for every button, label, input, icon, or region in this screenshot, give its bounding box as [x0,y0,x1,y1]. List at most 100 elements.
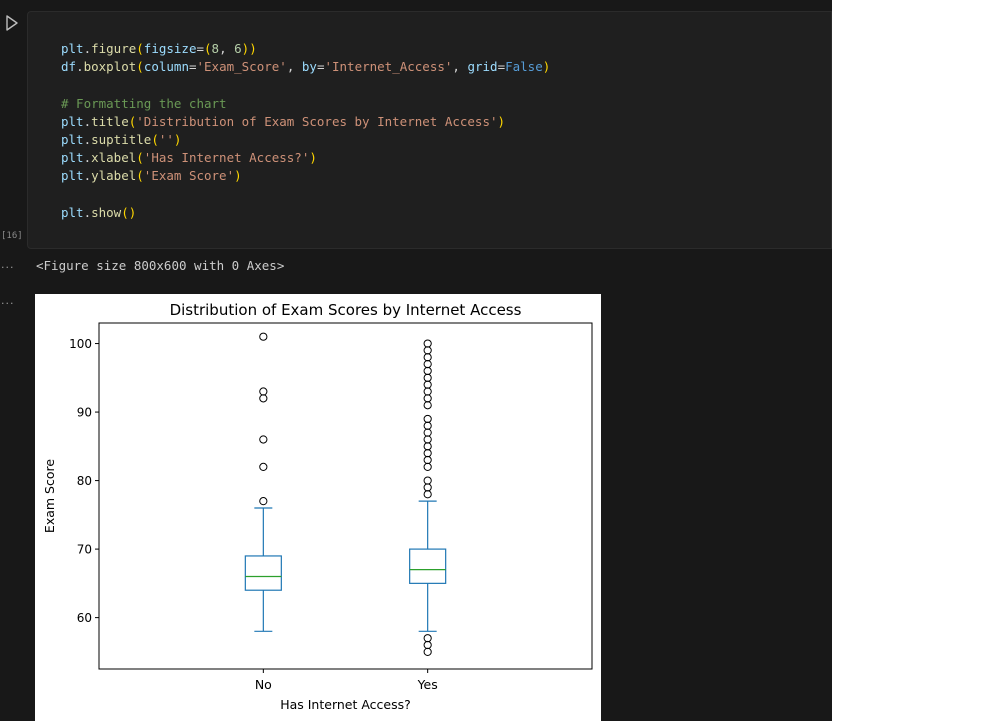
code-token: plt [61,150,84,166]
outlier-point [423,442,432,451]
outlier-point [423,462,432,471]
outlier-point [423,394,432,403]
code-token: figure [91,41,137,56]
outlier-point [423,640,432,650]
code-token: xlabel [91,150,137,166]
outlier-point [259,462,268,471]
x-axis-label: Has Internet Access? [280,697,411,712]
notebook-panel: plt.figure(figsize=(8, 6)) df.boxplot(col… [0,0,832,721]
y-tick-label: 70 [77,543,92,557]
code-token: . [83,131,92,147]
outlier-point [423,373,432,382]
code-token: ) [309,150,317,166]
outlier-point [423,483,432,492]
y-tick-label: 60 [77,611,92,625]
code-token: plt [61,113,84,129]
outlier-point [259,387,268,396]
code-token: 'Exam Score' [143,168,235,184]
code-token: ( [204,41,212,56]
outlier-point [423,476,432,485]
outlier-point [423,421,432,430]
figure-size-output: <Figure size 800x600 with 0 Axes> [36,258,285,273]
outlier-point [423,414,432,424]
code-token: # Formatting the chart [61,95,227,111]
code-token: ) [542,59,551,75]
code-token: plt [61,168,84,184]
outlier-point [423,634,432,643]
outlier-point [423,360,432,369]
boxplot-figure: Distribution of Exam Scores by Internet … [35,294,601,721]
code-token: ylabel [91,168,137,184]
outlier-point [423,435,432,444]
outlier-point [423,366,432,376]
outlier-point [259,332,268,341]
outlier-point [423,401,432,410]
code-token: 6 [234,41,242,56]
code-line: plt.xlabel('Has Internet Access?') [61,149,550,167]
y-axis-label: Exam Score [42,459,57,533]
code-token: title [91,113,129,129]
outlier-point [423,380,432,389]
outlier-point [423,647,432,656]
code-line: plt.title('Distribution of Exam Scores b… [61,113,550,131]
code-lines: plt.figure(figsize=(8, 6)) df.boxplot(col… [61,40,550,222]
code-token: ) [128,204,137,220]
y-tick-label: 90 [77,406,92,420]
execution-count: [16] [1,231,23,241]
output-toolbar-icon[interactable]: ... [1,294,15,307]
code-token: . [83,168,92,184]
outlier-point [423,346,432,355]
code-token: plt [61,41,84,56]
code-token: ) [497,113,506,129]
code-token: grid [467,59,498,75]
code-token: ( [121,204,129,220]
code-token: = [497,59,506,75]
code-token: '' [158,131,174,147]
code-token: . [83,150,92,166]
code-token: . [83,204,92,220]
code-token: 'Distribution of Exam Scores by Internet… [136,113,498,129]
boxplot-chart: Distribution of Exam Scores by Internet … [42,301,593,712]
code-token: = [196,41,205,56]
outlier-point [259,394,268,403]
x-tick-label: No [255,677,272,692]
code-token: False [505,59,543,75]
x-tick-label: Yes [417,677,438,692]
code-token: ( [151,131,159,147]
run-cell-button[interactable] [4,14,20,32]
code-line: plt.show() [61,204,550,222]
code-token: ( [136,41,144,56]
code-token: plt [61,131,84,147]
plot-frame [98,322,593,670]
code-token: by [301,59,317,75]
code-line: plt.suptitle('') [61,131,550,149]
code-token: df [61,59,77,75]
chart-title: Distribution of Exam Scores by Internet … [170,301,522,319]
code-token: ( [136,168,144,184]
code-token: = [188,59,197,75]
code-token: ( [136,150,144,166]
code-line: plt.ylabel('Exam Score') [61,167,550,185]
output-toolbar-icon[interactable]: ... [1,258,15,271]
code-token: ) [173,131,182,147]
code-token: . [76,59,84,75]
outlier-point [423,387,432,396]
code-token: column [143,59,189,75]
outlier-point [259,435,268,444]
code-token: ( [136,59,144,75]
code-token: 'Has Internet Access?' [143,150,310,166]
y-tick-label: 100 [69,337,92,351]
code-cell-editor[interactable]: plt.figure(figsize=(8, 6)) df.boxplot(col… [27,11,832,249]
code-token: figsize [143,41,197,56]
iqr-box [409,548,447,584]
code-token: . [83,113,92,129]
iqr-box [244,555,282,591]
outlier-point [423,490,432,499]
code-token: , [219,41,235,56]
play-icon [6,15,18,31]
code-line: df.boxplot(column='Exam_Score', by='Inte… [61,58,550,76]
outlier-point [423,455,432,465]
outlier-point [423,339,432,348]
code-token: ) [234,168,242,184]
